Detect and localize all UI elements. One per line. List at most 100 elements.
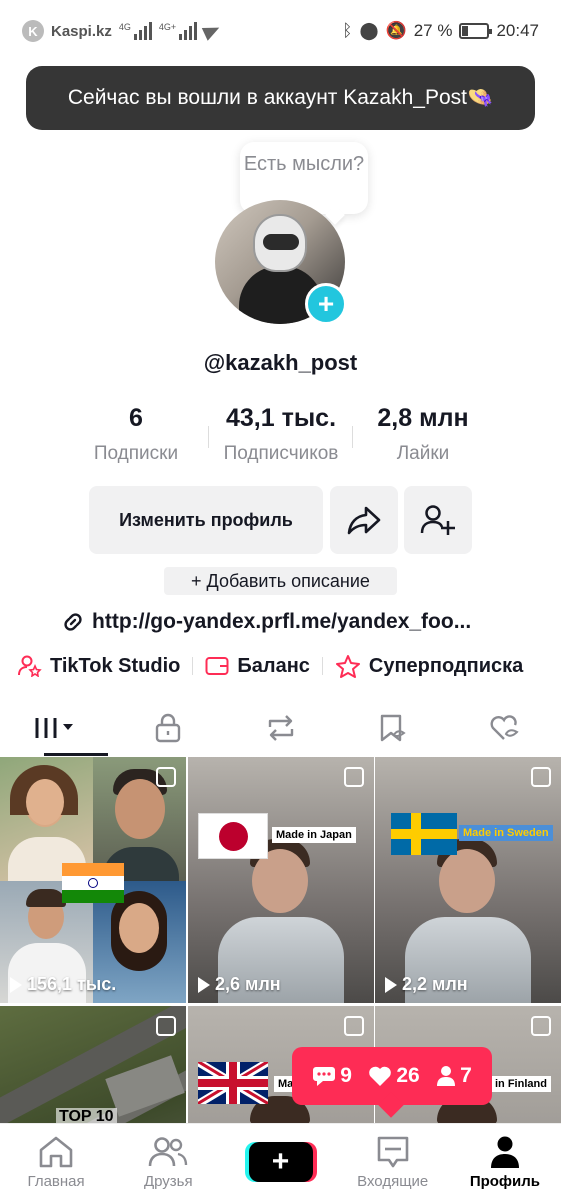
profile-icon (490, 1136, 519, 1168)
stat-following[interactable]: 6 Подписки (80, 404, 192, 465)
nav-inbox[interactable]: Входящие (337, 1124, 449, 1200)
video-thumbnail[interactable]: Made in Sweden 2,2 млн (375, 757, 561, 1003)
nav-home[interactable]: Главная (0, 1124, 112, 1200)
location-icon: ⬤ (359, 21, 379, 40)
likes-count: 2,8 млн (377, 404, 469, 432)
person-star-icon (18, 655, 42, 677)
heart-icon (369, 1066, 392, 1086)
select-icon (531, 1016, 551, 1036)
select-icon (531, 767, 551, 787)
flag-caption: Made in Japan (272, 827, 356, 843)
grid-icon (35, 718, 74, 738)
subscription-label: Суперподписка (368, 654, 524, 677)
add-avatar-button[interactable]: + (305, 283, 347, 325)
nav-create[interactable]: + (224, 1124, 336, 1200)
telegram-icon (201, 21, 223, 41)
following-count: 6 (129, 404, 143, 432)
nav-friends-label: Друзья (143, 1172, 193, 1190)
play-icon (385, 976, 397, 993)
hair (26, 889, 66, 907)
tiktok-studio-label: TikTok Studio (50, 654, 181, 677)
multi-photo-icon (156, 1016, 176, 1036)
following-label: Подписки (93, 443, 179, 464)
share-profile-button[interactable] (330, 486, 398, 554)
comments-notification: 9 (312, 1064, 352, 1088)
flag-caption: Made in Sweden (459, 825, 553, 841)
tab-reposts[interactable] (224, 700, 336, 756)
top10-caption: TOP 10 (56, 1108, 117, 1123)
stat-divider (352, 426, 353, 448)
activity-notification[interactable]: 9 26 7 (292, 1047, 492, 1105)
bio-link-text: http://go-yandex.prfl.me/yandex_foo... (92, 610, 472, 633)
face (119, 903, 159, 953)
edit-profile-button[interactable]: Изменить профиль (89, 486, 323, 554)
followers-count: 43,1 тыс. (225, 404, 337, 432)
balance-link[interactable]: Баланс (205, 655, 310, 678)
home-icon (39, 1136, 73, 1167)
status-bar: K Kaspi.kz 4G 4G+ ᛒ ⬤ 🔕 27 % 20:47 (0, 0, 561, 62)
video-thumbnail[interactable]: Made in Japan 2,6 млн (188, 757, 374, 1003)
video-thumbnail[interactable]: TOP 10 (0, 1006, 186, 1123)
view-count: 2,6 млн (198, 974, 281, 995)
lock-icon (156, 713, 181, 743)
nav-inbox-label: Входящие (357, 1172, 429, 1190)
india-flag (62, 863, 124, 903)
account-toast: Сейчас вы вошли в аккаунт Kazakh_Post👒 (26, 66, 535, 130)
bluetooth-icon: ᛒ (342, 21, 353, 40)
star-badge-icon (335, 655, 360, 678)
tab-saved[interactable] (337, 700, 449, 756)
username: @kazakh_post (203, 350, 358, 375)
flag-caption: in Finland (491, 1076, 551, 1092)
tiktok-studio-link[interactable]: TikTok Studio (18, 655, 180, 678)
mute-bell-icon: 🔕 (385, 21, 407, 40)
link-icon (64, 613, 82, 631)
quick-divider (321, 657, 323, 675)
heart-hidden-icon (490, 715, 519, 740)
quick-divider (192, 657, 194, 675)
signal-icon: 4G (119, 22, 152, 40)
battery-fill (462, 26, 469, 36)
share-icon (347, 506, 381, 535)
content-tabs (0, 700, 561, 756)
followers-notification: 7 (436, 1064, 472, 1088)
create-button[interactable]: + (248, 1142, 313, 1182)
wallet-icon (205, 657, 229, 675)
add-description-button[interactable]: + Добавить описание (164, 567, 397, 595)
subscription-link[interactable]: Суперподписка (335, 654, 523, 678)
select-icon (344, 1016, 364, 1036)
nav-profile[interactable]: Профиль (449, 1124, 561, 1200)
likes-notification: 26 (368, 1064, 420, 1088)
tab-videos[interactable] (0, 700, 112, 756)
face (26, 779, 64, 825)
video-thumbnail[interactable]: 156,1 тыс. (0, 757, 186, 1003)
stat-followers[interactable]: 43,1 тыс. Подписчиков (210, 404, 352, 465)
add-friend-button[interactable] (404, 486, 472, 554)
likes-label: Лайки (396, 443, 450, 464)
carrier-name: Kaspi.kz (51, 22, 112, 40)
play-icon (198, 976, 210, 993)
bottom-nav: Главная Друзья + Входящие Профиль (0, 1123, 561, 1200)
balance-label: Баланс (237, 654, 310, 677)
add-user-icon (420, 505, 455, 535)
tab-private[interactable] (112, 700, 224, 756)
view-count: 156,1 тыс. (10, 974, 116, 995)
nav-friends[interactable]: Друзья (112, 1124, 224, 1200)
clock: 20:47 (496, 21, 539, 40)
nav-profile-label: Профиль (469, 1172, 541, 1190)
quick-links: TikTok Studio Баланс Суперподписка (18, 651, 553, 681)
multi-photo-icon (156, 767, 176, 787)
bio-link[interactable]: http://go-yandex.prfl.me/yandex_foo... (62, 610, 471, 634)
kaspi-logo-icon: K (22, 20, 44, 42)
tab-liked[interactable] (449, 700, 561, 756)
view-count: 2,2 млн (385, 974, 468, 995)
select-icon (344, 767, 364, 787)
uk-flag (198, 1062, 268, 1104)
inbox-icon (377, 1136, 409, 1167)
sweden-flag (391, 813, 457, 855)
avatar-visor (263, 234, 299, 250)
nav-home-label: Главная (27, 1172, 85, 1190)
repost-icon (268, 715, 293, 741)
face (439, 849, 495, 913)
stat-likes[interactable]: 2,8 млн Лайки (360, 404, 486, 465)
battery-percent: 27 % (413, 21, 453, 40)
